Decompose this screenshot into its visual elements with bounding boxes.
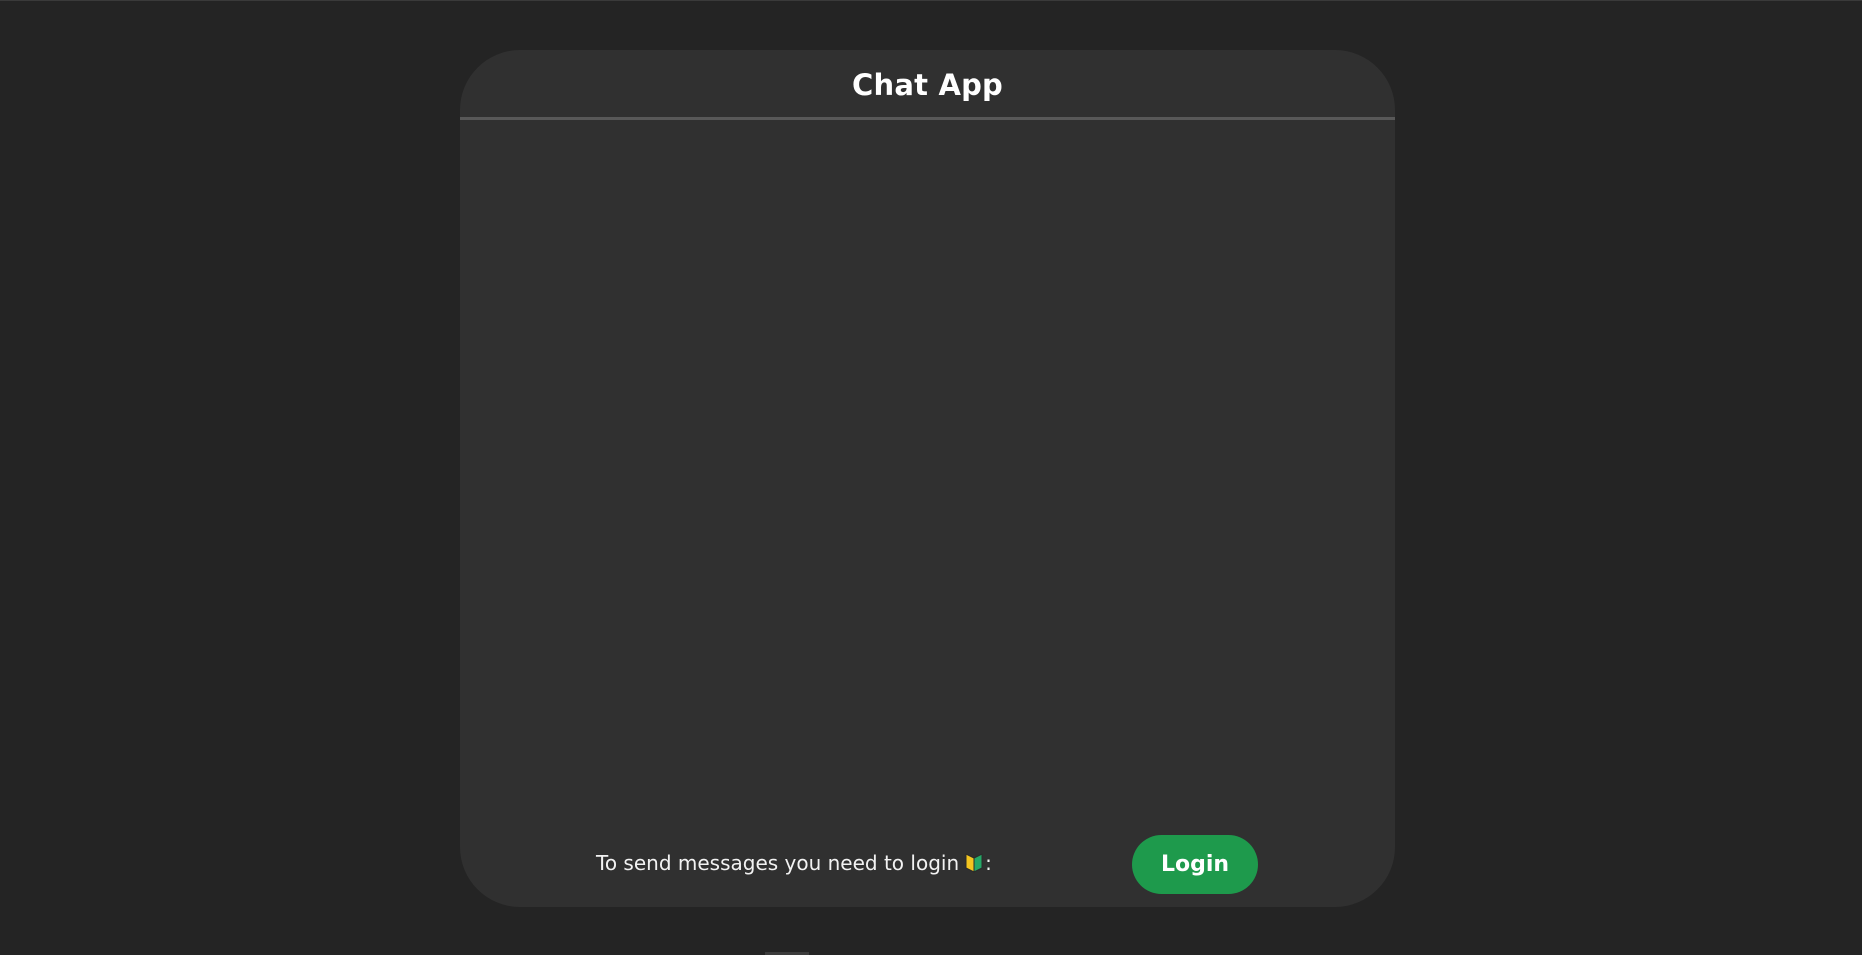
chat-footer: To send messages you need to login : Log… <box>460 835 1395 895</box>
page-title: Chat App <box>851 67 1004 102</box>
page: Chat App To send messages you need to lo… <box>0 0 1862 955</box>
messages-list[interactable] <box>460 120 1395 860</box>
login-prompt-text: To send messages you need to login <box>596 851 960 875</box>
login-button[interactable]: Login <box>1132 835 1258 894</box>
login-prompt-suffix: : <box>985 851 992 875</box>
login-prompt: To send messages you need to login : <box>596 851 992 875</box>
beginner-leaf-icon <box>965 853 983 873</box>
chat-header: Chat App <box>460 50 1395 120</box>
chat-window: Chat App To send messages you need to lo… <box>460 50 1395 907</box>
